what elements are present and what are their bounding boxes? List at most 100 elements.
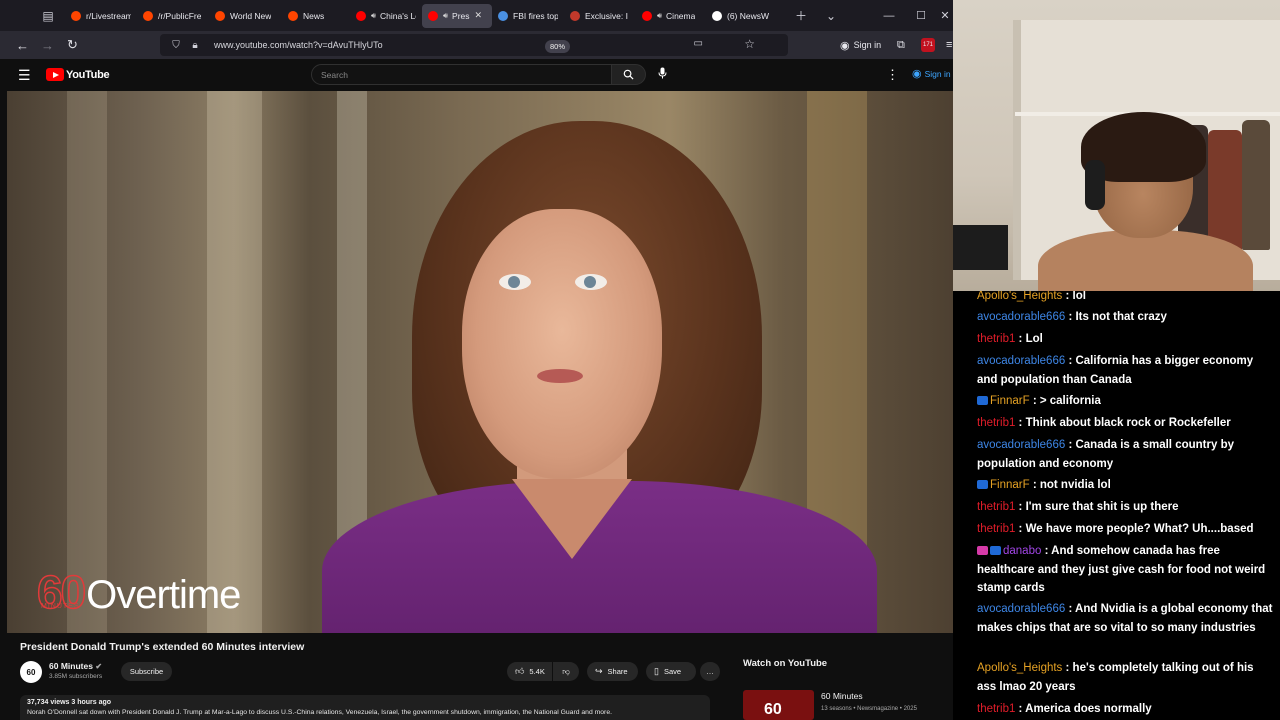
watch-thumbnail[interactable]: 60 (743, 690, 814, 720)
browser-tab[interactable]: r/Livestream (65, 4, 137, 28)
thumbs-down-icon: 👎︎ (562, 666, 570, 676)
reader-view-icon[interactable]: ▭ (694, 38, 703, 49)
chat-separator: : (1015, 523, 1026, 535)
tab-audio-icon[interactable]: 🔊︎ (657, 11, 662, 21)
more-options-icon[interactable]: ⋮ (886, 67, 899, 83)
tab-favicon-icon (498, 10, 508, 21)
tab-audio-icon[interactable]: 🔊︎ (443, 11, 448, 21)
microphone-icon[interactable] (658, 67, 667, 82)
chat-text: America does normally (1025, 703, 1152, 715)
chat-username[interactable]: FinnarF (990, 395, 1030, 407)
maximize-icon[interactable]: ☐ (905, 9, 937, 22)
browser-tab[interactable]: FBI fires top (492, 4, 564, 28)
chat-separator: : (1029, 479, 1040, 491)
tab-audio-icon[interactable]: 🔊︎ (371, 11, 376, 21)
bookmark-star-icon[interactable]: ☆ (744, 37, 755, 51)
new-tab-icon[interactable]: ＋ (788, 7, 814, 24)
chat-message: FinnarF : not nvidia lol (977, 476, 1273, 495)
address-bar[interactable]: ⛉ 🔒︎ www.youtube.com/watch?v=dAvuTHlyUTo… (160, 34, 788, 56)
extension-badge[interactable]: 171 (921, 31, 935, 59)
lock-icon[interactable]: 🔒︎ (187, 40, 203, 51)
channel-name[interactable]: 60 Minutes ✔ (49, 661, 102, 671)
browser-tab[interactable]: (6) NewsW (706, 4, 778, 28)
reload-icon[interactable]: ↻ (60, 37, 85, 53)
chat-username[interactable]: FinnarF (990, 479, 1030, 491)
zoom-level[interactable]: 80% (544, 40, 570, 53)
forward-arrow-icon[interactable]: → (35, 38, 60, 53)
browser-tab[interactable]: 🔊︎ China's Lon (350, 4, 422, 28)
tab-title: (6) NewsW (727, 10, 770, 21)
close-window-icon[interactable]: ✕ (937, 9, 953, 22)
chat-text: Lol (1025, 333, 1043, 345)
menu-icon[interactable]: ≡ (946, 31, 952, 59)
tab-overflow-chevron-icon[interactable]: ⌄ (818, 9, 844, 23)
video-player[interactable]: 60 MINUTES Overtime (7, 91, 953, 633)
shield-icon[interactable]: ⛉ (168, 40, 184, 51)
subscribe-button[interactable]: Subscribe (121, 662, 172, 681)
chat-separator: : (1062, 291, 1073, 302)
logo-word: Overtime (86, 573, 241, 617)
chat-message: danabo : And somehow canada has free hea… (977, 542, 1273, 598)
verified-badge-icon (977, 396, 988, 405)
browser-tab[interactable]: 🔊︎ Pres ✕ (422, 3, 492, 28)
browser-tab[interactable]: Exclusive: I (564, 4, 636, 28)
live-chat: Apollo's_Heights : lol avocadorable666 : … (953, 291, 1280, 720)
share-arrow-icon: ↪ (595, 666, 603, 676)
chat-message: thetrib1 : Think about black rock or Roc… (977, 414, 1273, 433)
more-actions-icon[interactable]: … (700, 662, 720, 681)
chat-username[interactable]: avocadorable666 (977, 439, 1065, 451)
description-box[interactable]: 37,734 views 3 hours ago Norah O'Donnell… (20, 695, 710, 720)
browser-tab[interactable]: World New (209, 4, 282, 28)
subscriber-badge-icon (977, 546, 988, 555)
tab-bar: ▤ r/Livestream/r/PublicFre World New News 🔊… (0, 0, 953, 31)
account-icon: ◉ (840, 39, 850, 52)
browser-tab[interactable]: 🔊︎ Cinema (636, 4, 706, 28)
chat-username[interactable]: thetrib1 (977, 703, 1015, 715)
account-sign-in[interactable]: ◉ Sign in (840, 31, 881, 59)
watch-channel-name[interactable]: 60 Minutes (821, 691, 863, 701)
channel-avatar[interactable]: 60 (20, 661, 42, 683)
chat-username[interactable]: thetrib1 (977, 333, 1015, 345)
save-button[interactable]: ▯ Save (646, 662, 696, 681)
tab-list-icon[interactable]: ▤ (37, 5, 59, 27)
search-button[interactable] (611, 64, 646, 85)
minimize-icon[interactable]: — (873, 10, 905, 22)
chat-separator: : (1015, 333, 1026, 345)
verified-badge-icon (990, 546, 1001, 555)
chat-username[interactable]: avocadorable666 (977, 603, 1065, 615)
user-circle-icon: ◉ (912, 68, 922, 80)
chat-username[interactable]: danabo (1003, 545, 1041, 557)
youtube-logo[interactable]: YouTube (46, 68, 110, 81)
extensions-icon[interactable]: ⧉ (897, 31, 905, 59)
dislike-button[interactable]: 👎︎ (553, 662, 579, 681)
chat-username[interactable]: thetrib1 (977, 523, 1015, 535)
chat-message: thetrib1 : We have more people? What? Uh… (977, 520, 1273, 539)
tab-title: /r/PublicFre (158, 10, 202, 21)
like-count: 5.4K (529, 667, 545, 676)
description-text: Norah O'Donnell sat down with President … (27, 709, 612, 716)
youtube-sign-in-button[interactable]: ◉ Sign in (912, 67, 951, 80)
close-tab-icon[interactable]: ✕ (475, 10, 483, 21)
chat-username[interactable]: Apollo's_Heights (977, 662, 1062, 674)
headset (1085, 160, 1105, 210)
chat-separator: : (1065, 355, 1076, 367)
thumbs-up-icon: 👍︎ (515, 666, 525, 676)
chat-separator: : (1015, 501, 1026, 513)
browser-tab[interactable]: News (282, 4, 350, 28)
sign-in-label: Sign in (853, 40, 882, 50)
search-input[interactable]: Search (311, 64, 612, 85)
chat-username[interactable]: avocadorable666 (977, 355, 1065, 367)
hanging-jacket (1242, 120, 1270, 250)
chat-username[interactable]: thetrib1 (977, 501, 1015, 513)
browser-tab[interactable]: /r/PublicFre (137, 4, 209, 28)
back-arrow-icon[interactable]: ← (10, 38, 35, 53)
hamburger-menu-icon[interactable]: ☰ (18, 67, 31, 84)
verified-icon: ✔ (95, 662, 103, 671)
chat-username[interactable]: avocadorable666 (977, 311, 1065, 323)
chat-username[interactable]: Apollo's_Heights (977, 291, 1062, 302)
video-subject-eye (575, 274, 607, 290)
chat-username[interactable]: thetrib1 (977, 417, 1015, 429)
watch-on-youtube-label[interactable]: Watch on YouTube (743, 658, 827, 669)
like-button[interactable]: 👍︎ 5.4K (507, 662, 552, 681)
share-button[interactable]: ↪ Share (587, 662, 638, 681)
